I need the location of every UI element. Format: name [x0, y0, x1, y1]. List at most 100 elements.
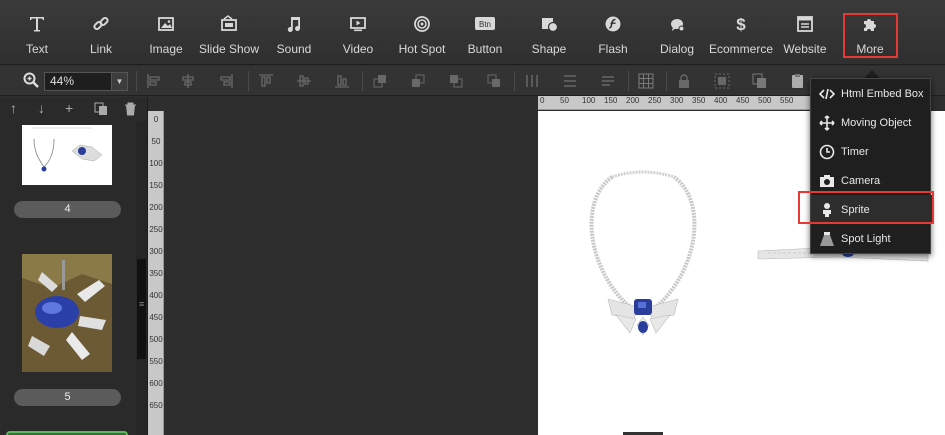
- dollar-icon: $: [730, 13, 752, 35]
- align-top-icon[interactable]: [258, 73, 274, 89]
- page-thumbnail-6[interactable]: [6, 431, 128, 435]
- move-down-icon[interactable]: ↓: [38, 100, 45, 116]
- ruler-label: 350: [149, 269, 163, 278]
- bring-front-icon[interactable]: [372, 73, 388, 89]
- zoom-value: 44%: [50, 74, 75, 88]
- tool-ecommerce-label: Ecommerce: [709, 42, 774, 56]
- image-icon: [155, 13, 177, 35]
- move-up-icon[interactable]: ↑: [10, 100, 17, 116]
- necklace-thumbnail-image: [32, 127, 103, 172]
- divider: [666, 71, 667, 91]
- tool-video[interactable]: Video: [336, 0, 380, 65]
- tool-image[interactable]: Image: [143, 0, 189, 65]
- ruler-label: 200: [149, 203, 163, 212]
- menu-item-moving-object[interactable]: Moving Object: [811, 108, 932, 137]
- align-middle-icon[interactable]: [296, 73, 312, 89]
- same-size-icon[interactable]: [600, 73, 616, 89]
- clock-icon: [819, 144, 835, 160]
- ruler-label: 300: [670, 96, 684, 105]
- align-center-icon[interactable]: [180, 73, 196, 89]
- tool-link[interactable]: Link: [78, 0, 124, 65]
- tool-hotspot-label: Hot Spot: [398, 42, 446, 56]
- menu-pointer: [864, 70, 880, 78]
- page-thumbnail-5[interactable]: [22, 254, 112, 372]
- send-backward-icon[interactable]: [448, 73, 464, 89]
- move-icon: [819, 114, 835, 131]
- distribute-vertical-icon[interactable]: [562, 73, 578, 89]
- divider: [136, 71, 137, 91]
- ruler-label: 100: [582, 96, 596, 105]
- page-thumbnail-4[interactable]: [22, 125, 112, 185]
- grid-icon[interactable]: [638, 73, 654, 89]
- tool-hotspot[interactable]: Hot Spot: [397, 0, 447, 65]
- chevron-down-icon[interactable]: ▼: [111, 73, 127, 90]
- svg-text:Btn: Btn: [479, 20, 491, 29]
- align-bottom-icon[interactable]: [334, 73, 350, 89]
- ruler-label: 450: [736, 96, 750, 105]
- video-icon: [347, 13, 369, 35]
- ruler-label: 400: [149, 291, 163, 300]
- sprite-highlight: [798, 191, 934, 224]
- ruler-label: 150: [149, 181, 163, 190]
- ruler-label: 350: [692, 96, 706, 105]
- duplicate-page-icon[interactable]: [94, 102, 108, 116]
- ruler-label: 50: [560, 96, 569, 105]
- tool-ecommerce[interactable]: $ Ecommerce: [709, 0, 774, 65]
- tool-text-label: Text: [25, 42, 48, 56]
- menu-item-spot-light[interactable]: Spot Light: [811, 224, 932, 253]
- menu-item-timer[interactable]: Timer: [811, 137, 932, 166]
- page-label-4[interactable]: 4: [14, 201, 121, 218]
- zoom-icon[interactable]: [22, 71, 40, 89]
- tool-website[interactable]: Website: [782, 0, 828, 65]
- send-back-icon[interactable]: [486, 73, 502, 89]
- delete-page-icon[interactable]: [124, 102, 137, 116]
- horizontal-ruler: 0 50 100 150 200 250 300 350 400 450 500…: [538, 96, 810, 110]
- ruler-label: 300: [149, 247, 163, 256]
- more-menu: Html Embed Box Moving Object Timer Camer…: [810, 78, 932, 254]
- dialog-icon: [666, 13, 688, 35]
- copy-icon[interactable]: [752, 73, 768, 89]
- text-icon: [26, 13, 48, 35]
- ruler-label: 400: [714, 96, 728, 105]
- hotspot-icon: [411, 13, 433, 35]
- tool-image-label: Image: [149, 42, 183, 56]
- group-icon[interactable]: [714, 73, 730, 89]
- tool-flash[interactable]: Flash: [591, 0, 635, 65]
- align-left-icon[interactable]: [146, 73, 162, 89]
- page-panel-scrollbar[interactable]: ≡: [136, 121, 147, 435]
- tool-dialog-label: Dialog: [659, 42, 695, 56]
- add-page-icon[interactable]: +: [65, 100, 73, 116]
- tool-shape-label: Shape: [531, 42, 567, 56]
- page-label-5[interactable]: 5: [14, 389, 121, 406]
- tool-sound[interactable]: Sound: [272, 0, 316, 65]
- paste-icon[interactable]: [790, 73, 806, 89]
- tool-video-label: Video: [342, 42, 374, 56]
- menu-item-html-embed[interactable]: Html Embed Box: [811, 79, 932, 108]
- zoom-select[interactable]: 44% ▼: [44, 72, 128, 91]
- main-toolbar: Text Link Image Slide Show Sound Video H…: [0, 0, 945, 65]
- ruler-label: 100: [149, 159, 163, 168]
- bring-forward-icon[interactable]: [410, 73, 426, 89]
- tool-flash-label: Flash: [598, 42, 628, 56]
- distribute-horizontal-icon[interactable]: [524, 73, 540, 89]
- tool-shape[interactable]: Shape: [527, 0, 571, 65]
- align-right-icon[interactable]: [218, 73, 234, 89]
- menu-item-label: Html Embed Box: [841, 87, 924, 100]
- vertical-ruler: 0 50 100 150 200 250 300 350 400 450 500…: [148, 111, 164, 435]
- tool-sound-label: Sound: [276, 42, 312, 56]
- ruler-label: 0: [540, 96, 545, 105]
- shape-icon: [538, 13, 560, 35]
- scrollbar-thumb[interactable]: ≡: [137, 259, 146, 359]
- divider: [628, 71, 629, 91]
- app-window: Text Link Image Slide Show Sound Video H…: [0, 0, 945, 435]
- flash-icon: [602, 13, 624, 35]
- tool-text[interactable]: Text: [14, 0, 60, 65]
- tool-dialog[interactable]: Dialog: [655, 0, 699, 65]
- jewelry-photo-image: [22, 254, 112, 372]
- tool-slideshow[interactable]: Slide Show: [199, 0, 259, 65]
- ruler-label: 500: [758, 96, 772, 105]
- tool-button[interactable]: Btn Button: [463, 0, 507, 65]
- ruler-label: 450: [149, 313, 163, 322]
- lock-icon[interactable]: [676, 73, 692, 89]
- page-panel-toolbar: ↑ ↓ +: [0, 97, 148, 121]
